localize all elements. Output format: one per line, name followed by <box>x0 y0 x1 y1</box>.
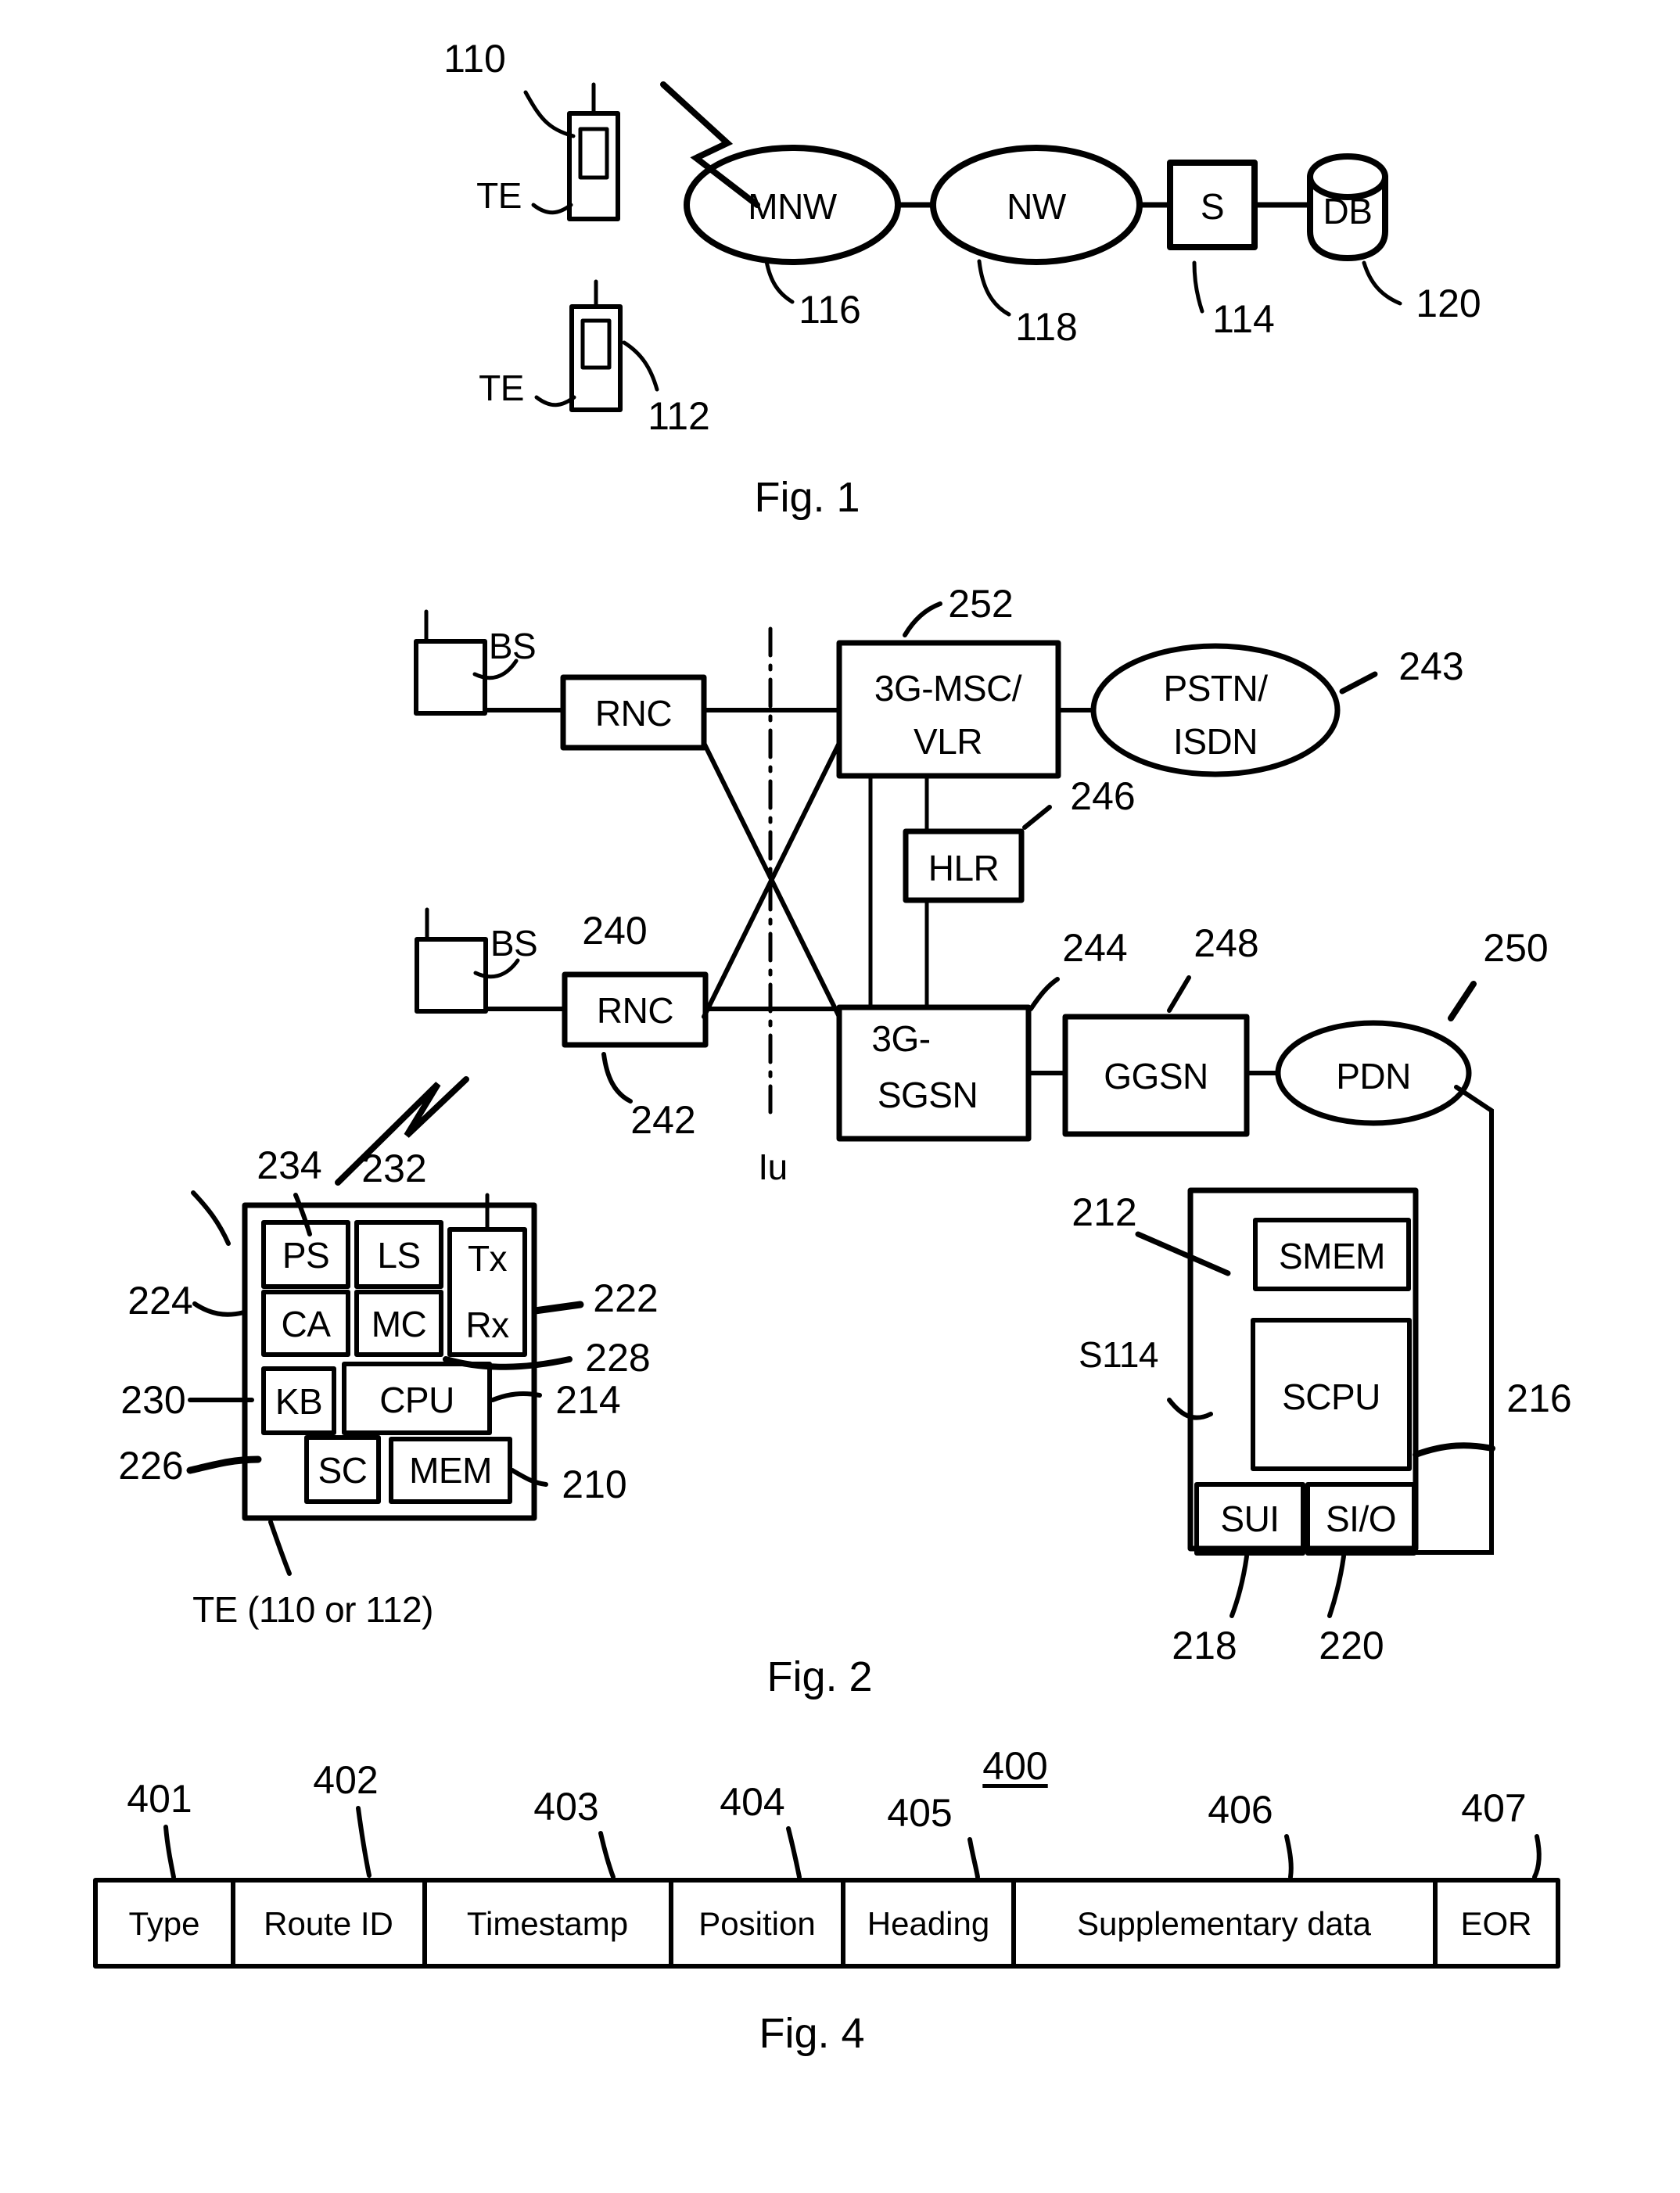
fig1-ref-mnw: 116 <box>799 288 861 332</box>
fig2-bs-top <box>414 609 487 716</box>
fig2-ref-ggsn: 248 <box>1194 921 1259 965</box>
fig2-te-block-sc: SC <box>318 1450 368 1491</box>
fig2-pstn-label-line1: PSTN/ <box>1163 668 1268 709</box>
fig4-ref-type: 401 <box>127 1777 192 1821</box>
fig2-rnc-bottom-label: RNC <box>596 990 674 1031</box>
fig2-ref-bs-bottom: 240 <box>582 909 648 953</box>
fig2-te-block-mem: MEM <box>409 1450 492 1491</box>
fig2-te-ref-cpu: 214 <box>555 1378 621 1422</box>
fig4-caption: Fig. 4 <box>759 2010 865 2057</box>
fig4-field-eor: EOR <box>1460 1905 1532 1942</box>
fig2-server-ref-scpu: 216 <box>1506 1376 1572 1420</box>
fig2-te-title: TE (110 or 112) <box>192 1589 433 1630</box>
fig2-msc-label-line2: VLR <box>914 721 982 762</box>
fig2-ref-pdn: 250 <box>1483 926 1549 970</box>
fig2-pdn-label: PDN <box>1336 1056 1411 1096</box>
fig1-ref-te112: 112 <box>648 394 710 438</box>
fig2-caption: Fig. 2 <box>766 1653 873 1700</box>
fig4-ref-position: 404 <box>720 1780 785 1824</box>
fig2-pstn-label-line2: ISDN <box>1173 721 1258 762</box>
fig2-ref-rnc-bottom: 242 <box>630 1098 696 1142</box>
fig4-field-supplementary: Supplementary data <box>1077 1905 1371 1942</box>
fig2-server-block-sui: SUI <box>1220 1498 1280 1539</box>
fig2-te-block-ls: LS <box>377 1235 421 1276</box>
fig2-sgsn-box <box>836 1004 1032 1142</box>
fig2-te-ref-ls: 232 <box>361 1147 427 1190</box>
patent-drawing-sheet: 110 TE TE 112 MNW NW S DB 116 118 114 12… <box>0 0 1680 2193</box>
fig4-field-timestamp: Timestamp <box>466 1905 629 1942</box>
fig1-db-label: DB <box>1323 191 1373 232</box>
fig2-iu-label: Iu <box>758 1147 788 1187</box>
fig4-field-position: Position <box>698 1905 816 1942</box>
fig1-server-label: S <box>1200 186 1225 227</box>
fig2-te-ref-mem: 210 <box>562 1463 627 1506</box>
fig4-field-type: Type <box>128 1905 200 1942</box>
fig1-te112-label: TE <box>479 368 524 408</box>
fig2-te-ref-antenna: 228 <box>585 1336 651 1380</box>
fig2-te-ref-sc: 226 <box>118 1444 184 1488</box>
fig2-te-block-ca: CA <box>281 1304 331 1344</box>
fig2-ref-pstn: 243 <box>1398 644 1464 688</box>
fig2-te-block-ps: PS <box>282 1235 330 1276</box>
fig4-ref-supplementary: 406 <box>1208 1788 1273 1832</box>
fig4-ref-route-id: 402 <box>313 1758 379 1802</box>
fig2-server-ref-smem: 212 <box>1072 1190 1137 1234</box>
fig1-te112-handset <box>569 279 623 412</box>
fig2-bs-top-label: BS <box>488 626 537 666</box>
fig2-ref-hlr: 246 <box>1070 774 1136 818</box>
fig1-ref-db: 120 <box>1416 282 1481 325</box>
fig2-hlr-label: HLR <box>928 848 1000 888</box>
fig2-te-block-tx: Tx <box>467 1238 508 1279</box>
fig2-te-block-cpu: CPU <box>379 1380 454 1420</box>
fig1-nw-label: NW <box>1007 186 1066 227</box>
fig4-ref-heading: 405 <box>887 1791 953 1835</box>
fig1-ref-nw: 118 <box>1015 305 1078 349</box>
fig2-server-block-scpu: SCPU <box>1282 1376 1380 1417</box>
fig4-ref-timestamp: 403 <box>533 1785 599 1829</box>
fig4-field-route-id: Route ID <box>264 1905 393 1942</box>
fig2-server-block-smem: SMEM <box>1279 1236 1386 1276</box>
fig2-te-ref-ca: 224 <box>127 1279 193 1323</box>
fig2-msc-label-line1: 3G-MSC/ <box>874 668 1022 709</box>
fig4-record-ref: 400 <box>982 1744 1048 1788</box>
fig1-ref-te110: 110 <box>443 37 506 81</box>
fig1-caption: Fig. 1 <box>754 474 860 521</box>
fig2-te-ref-ps: 234 <box>257 1143 322 1187</box>
fig2-server-title: S114 <box>1078 1334 1159 1375</box>
fig4-field-heading: Heading <box>867 1905 990 1942</box>
fig2-rnc-top-label: RNC <box>594 693 673 734</box>
fig1-te110-label: TE <box>476 175 522 216</box>
fig2-server-ref-sui: 218 <box>1172 1624 1237 1667</box>
fig2-te-block-mc: MC <box>371 1304 427 1344</box>
fig2-ggsn-label: GGSN <box>1104 1056 1208 1096</box>
fig2-te-ref-txrx: 222 <box>593 1276 659 1320</box>
fig2-sgsn-label-line1: 3G- <box>871 1018 931 1059</box>
fig1-ref-server: 114 <box>1212 297 1275 341</box>
fig2-ref-msc: 252 <box>948 582 1014 626</box>
fig2-bs-bottom <box>415 907 488 1014</box>
fig2-te-block-kb: KB <box>275 1381 323 1422</box>
fig1-te110-handset <box>567 82 620 221</box>
fig2-bs-bottom-label: BS <box>490 923 538 964</box>
fig2-server-ref-sio: 220 <box>1319 1624 1384 1667</box>
fig2-server-block-sio: SI/O <box>1325 1498 1397 1539</box>
fig2-sgsn-label-line2: SGSN <box>877 1075 978 1115</box>
fig4-ref-eor: 407 <box>1461 1786 1527 1830</box>
fig2-te-ref-kb: 230 <box>120 1378 186 1422</box>
fig2-ref-sgsn: 244 <box>1062 926 1128 970</box>
fig1-mnw-label: MNW <box>748 186 837 227</box>
fig2-te-block-rx: Rx <box>465 1305 509 1345</box>
